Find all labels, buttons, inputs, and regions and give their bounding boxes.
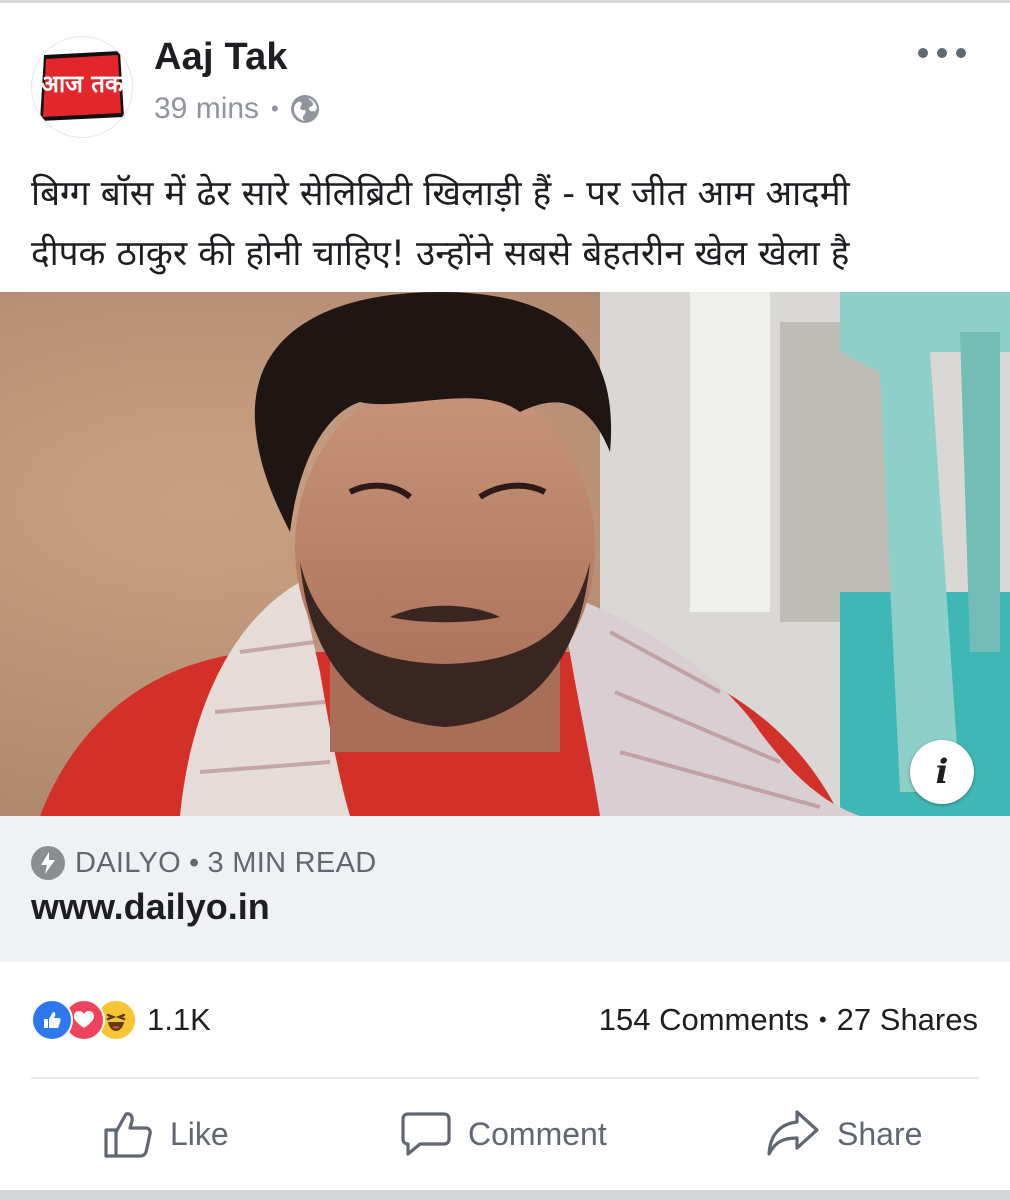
post-text: बिग्ग बॉस में ढेर सारे सेलिब्रिटी खिलाड़… bbox=[31, 174, 850, 274]
share-label: Share bbox=[837, 1115, 923, 1152]
link-meta: DAILYO • 3 MIN READ bbox=[31, 846, 376, 880]
page-avatar[interactable]: आज तक bbox=[31, 36, 133, 138]
bottom-divider bbox=[0, 1190, 1010, 1200]
share-button[interactable]: Share bbox=[765, 1104, 922, 1164]
post-time[interactable]: 39 mins bbox=[154, 92, 259, 126]
link-source: DAILYO bbox=[75, 846, 182, 879]
more-dot bbox=[956, 48, 966, 58]
like-label: Like bbox=[170, 1115, 229, 1152]
link-read-time: 3 MIN READ bbox=[207, 846, 377, 879]
link-meta-separator: • bbox=[189, 846, 200, 879]
more-dot bbox=[937, 48, 947, 58]
share-arrow-icon bbox=[767, 1110, 819, 1156]
thumbs-up-icon bbox=[104, 1112, 152, 1158]
shares-count[interactable]: 27 Shares bbox=[837, 1002, 978, 1038]
person-photo bbox=[0, 292, 1010, 816]
comments-count[interactable]: 154 Comments bbox=[599, 1002, 809, 1038]
post-meta: 39 mins • bbox=[154, 92, 321, 126]
actions-divider bbox=[31, 1077, 979, 1079]
top-divider bbox=[0, 0, 1010, 3]
comment-bubble-icon bbox=[401, 1112, 451, 1156]
reactions-summary[interactable]: 1.1K bbox=[31, 999, 211, 1041]
instant-article-bolt-icon bbox=[31, 846, 65, 880]
more-options-icon[interactable] bbox=[918, 36, 966, 70]
link-url[interactable]: www.dailyo.in bbox=[31, 886, 270, 928]
like-button[interactable]: Like bbox=[102, 1104, 229, 1164]
stats-separator: • bbox=[818, 1007, 827, 1032]
engagement-stats: 154 Comments • 27 Shares bbox=[599, 1000, 978, 1040]
comment-button[interactable]: Comment bbox=[400, 1104, 607, 1164]
page-name[interactable]: Aaj Tak bbox=[154, 36, 288, 79]
aaj-tak-logo: आज तक bbox=[40, 51, 125, 121]
reaction-count: 1.1K bbox=[147, 1002, 211, 1037]
more-dot bbox=[918, 48, 928, 58]
logo-text: आज तक bbox=[41, 70, 125, 98]
globe-icon bbox=[290, 95, 319, 123]
link-preview-image[interactable] bbox=[0, 292, 1010, 816]
info-button[interactable]: i bbox=[910, 740, 974, 804]
comment-label: Comment bbox=[468, 1115, 607, 1152]
like-reaction-icon bbox=[31, 999, 73, 1041]
meta-separator: • bbox=[271, 96, 279, 121]
link-preview-card[interactable]: DAILYO • 3 MIN READ www.dailyo.in bbox=[0, 816, 1010, 962]
